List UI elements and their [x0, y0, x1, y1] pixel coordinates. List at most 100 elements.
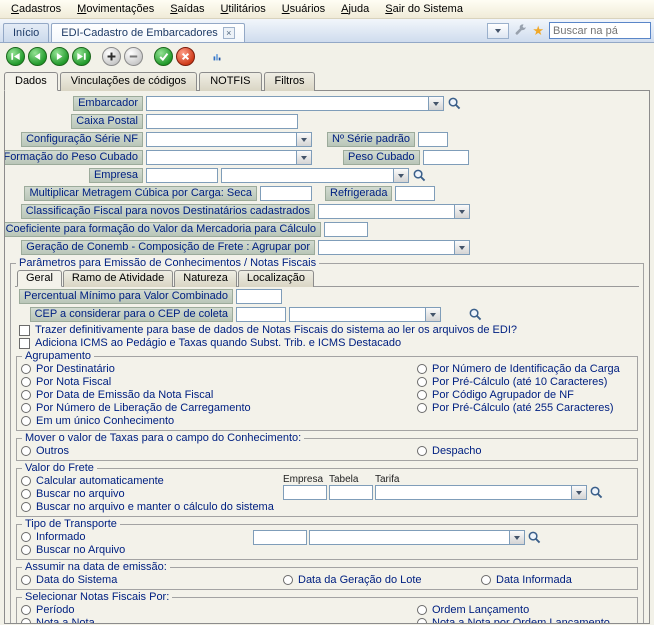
radio-por-pre-calculo-255[interactable]: Por Pré-Cálculo (até 255 Caracteres): [417, 402, 633, 414]
menu-movimentacoes[interactable]: Movimentações: [70, 2, 161, 16]
chevron-down-icon[interactable]: [571, 486, 586, 499]
tab-geral[interactable]: Geral: [17, 270, 62, 287]
menu-ajuda[interactable]: Ajuda: [334, 2, 376, 16]
search-icon[interactable]: [527, 530, 542, 545]
search-icon[interactable]: [412, 168, 427, 183]
search-icon[interactable]: [589, 485, 604, 500]
radio-em-um-unico-conhecimento[interactable]: Em um único Conhecimento: [21, 415, 417, 427]
num-serie-padrao-input[interactable]: [418, 132, 448, 147]
tab-notfis[interactable]: NOTFIS: [199, 72, 261, 91]
next-record-button[interactable]: [50, 47, 69, 66]
last-record-button[interactable]: [72, 47, 91, 66]
tipo-transporte-code-input[interactable]: [253, 530, 307, 545]
cancel-button[interactable]: [176, 47, 195, 66]
cep-input[interactable]: [236, 307, 286, 322]
tab-filtros[interactable]: Filtros: [264, 72, 316, 91]
remove-record-button[interactable]: [124, 47, 143, 66]
radio-por-codigo-agrupador-nf[interactable]: Por Código Agrupador de NF: [417, 389, 633, 401]
radio-calcular-automaticamente[interactable]: Calcular automaticamente: [21, 475, 283, 487]
radio-label: Nota a Nota por Ordem Lançamento: [432, 617, 610, 624]
radio-por-data-emissao-nf[interactable]: Por Data de Emissão da Nota Fiscal: [21, 389, 417, 401]
tab-dados[interactable]: Dados: [4, 72, 58, 91]
peso-cubado-label: Peso Cubado: [343, 150, 420, 165]
tab-list-dropdown[interactable]: [487, 23, 509, 39]
radio-informado[interactable]: Informado: [21, 531, 253, 543]
radio-icon: [417, 446, 427, 456]
wrench-icon[interactable]: [514, 24, 527, 37]
radio-por-nota-fiscal[interactable]: Por Nota Fiscal: [21, 376, 417, 388]
embarcador-combo[interactable]: [146, 96, 444, 111]
valor-frete-legend: Valor do Frete: [22, 462, 97, 474]
radio-buscar-arquivo-manter-calculo[interactable]: Buscar no arquivo e manter o cálculo do …: [21, 501, 283, 513]
search-icon[interactable]: [468, 307, 483, 322]
chevron-down-icon[interactable]: [296, 133, 311, 146]
radio-ordem-lancamento[interactable]: Ordem Lançamento: [417, 604, 633, 616]
trazer-definitivamente-checkbox[interactable]: Trazer definitivamente para base de dado…: [19, 324, 639, 336]
chart-button[interactable]: [206, 46, 228, 67]
peso-cubado-input[interactable]: [423, 150, 469, 165]
previous-record-button[interactable]: [28, 47, 47, 66]
confirm-button[interactable]: [154, 47, 173, 66]
chevron-down-icon[interactable]: [428, 97, 443, 110]
empresa-row: Empresa: [9, 167, 645, 184]
empresa-code-input[interactable]: [146, 168, 218, 183]
tab-natureza[interactable]: Natureza: [174, 270, 237, 287]
chevron-down-icon[interactable]: [393, 169, 408, 182]
empresa-combo[interactable]: [221, 168, 409, 183]
tab-edi-cadastro-embarcadores[interactable]: EDI-Cadastro de Embarcadores: [51, 23, 245, 42]
percentual-input[interactable]: [236, 289, 282, 304]
cep-combo[interactable]: [289, 307, 441, 322]
first-record-button[interactable]: [6, 47, 25, 66]
menu-usuarios[interactable]: Usuários: [275, 2, 332, 16]
tab-localizacao[interactable]: Localização: [238, 270, 314, 287]
caixa-postal-input[interactable]: [146, 114, 298, 129]
coeficiente-input[interactable]: [324, 222, 368, 237]
adiciona-icms-checkbox[interactable]: Adiciona ICMS ao Pedágio e Taxas quando …: [19, 337, 639, 349]
menu-sair-do-sistema[interactable]: Sair do Sistema: [378, 2, 470, 16]
chevron-down-icon[interactable]: [425, 308, 440, 321]
radio-nota-a-nota-ordem-lancamento[interactable]: Nota a Nota por Ordem Lançamento: [417, 617, 633, 624]
classificacao-fiscal-combo[interactable]: [318, 204, 470, 219]
chevron-down-icon[interactable]: [454, 241, 469, 254]
tab-inicio[interactable]: Início: [3, 23, 49, 42]
radio-periodo[interactable]: Período: [21, 604, 417, 616]
radio-por-destinatario[interactable]: Por Destinatário: [21, 363, 417, 375]
favorite-star-icon[interactable]: [532, 23, 544, 39]
tab-ramo-de-atividade[interactable]: Ramo de Atividade: [63, 270, 173, 287]
config-serie-nf-combo[interactable]: [146, 132, 312, 147]
radio-buscar-no-arquivo[interactable]: Buscar no arquivo: [21, 488, 283, 500]
radio-label: Nota a Nota: [36, 617, 95, 624]
add-record-button[interactable]: [102, 47, 121, 66]
radio-nota-a-nota[interactable]: Nota a Nota: [21, 617, 417, 624]
geracao-conemb-combo[interactable]: [318, 240, 470, 255]
radio-por-pre-calculo-10[interactable]: Por Pré-Cálculo (até 10 Caracteres): [417, 376, 633, 388]
close-icon[interactable]: [223, 27, 235, 39]
chevron-down-icon[interactable]: [296, 151, 311, 164]
radio-data-informada[interactable]: Data Informada: [481, 574, 572, 586]
search-icon[interactable]: [447, 96, 462, 111]
search-input[interactable]: [549, 22, 651, 39]
tipo-transporte-combo[interactable]: [309, 530, 525, 545]
radio-data-geracao-lote[interactable]: Data da Geração do Lote: [283, 574, 481, 586]
metragem-refrigerada-input[interactable]: [395, 186, 435, 201]
menu-saidas[interactable]: Saídas: [163, 2, 211, 16]
caixa-postal-row: Caixa Postal: [9, 113, 645, 130]
chevron-down-icon[interactable]: [509, 531, 524, 544]
radio-buscar-no-arquivo-transporte[interactable]: Buscar no Arquivo: [21, 544, 253, 556]
chevron-down-icon[interactable]: [454, 205, 469, 218]
menu-cadastros[interactable]: Cadastros: [4, 2, 68, 16]
formacao-peso-cubado-combo[interactable]: [146, 150, 312, 165]
check-icon: [158, 51, 169, 62]
frete-empresa-input[interactable]: [283, 485, 327, 500]
radio-despacho[interactable]: Despacho: [417, 445, 633, 457]
radio-por-numero-liberacao-carregamento[interactable]: Por Número de Liberação de Carregamento: [21, 402, 417, 414]
frete-tarifa-combo[interactable]: [375, 485, 587, 500]
radio-por-numero-identificacao-carga[interactable]: Por Número de Identificação da Carga: [417, 363, 633, 375]
metragem-seca-input[interactable]: [260, 186, 312, 201]
previous-record-icon: [32, 51, 43, 62]
radio-outros[interactable]: Outros: [21, 445, 417, 457]
frete-tabela-input[interactable]: [329, 485, 373, 500]
menu-utilitarios[interactable]: Utilitários: [213, 2, 272, 16]
radio-data-do-sistema[interactable]: Data do Sistema: [21, 574, 283, 586]
tab-vinculacoes-de-codigos[interactable]: Vinculações de códigos: [60, 72, 197, 91]
